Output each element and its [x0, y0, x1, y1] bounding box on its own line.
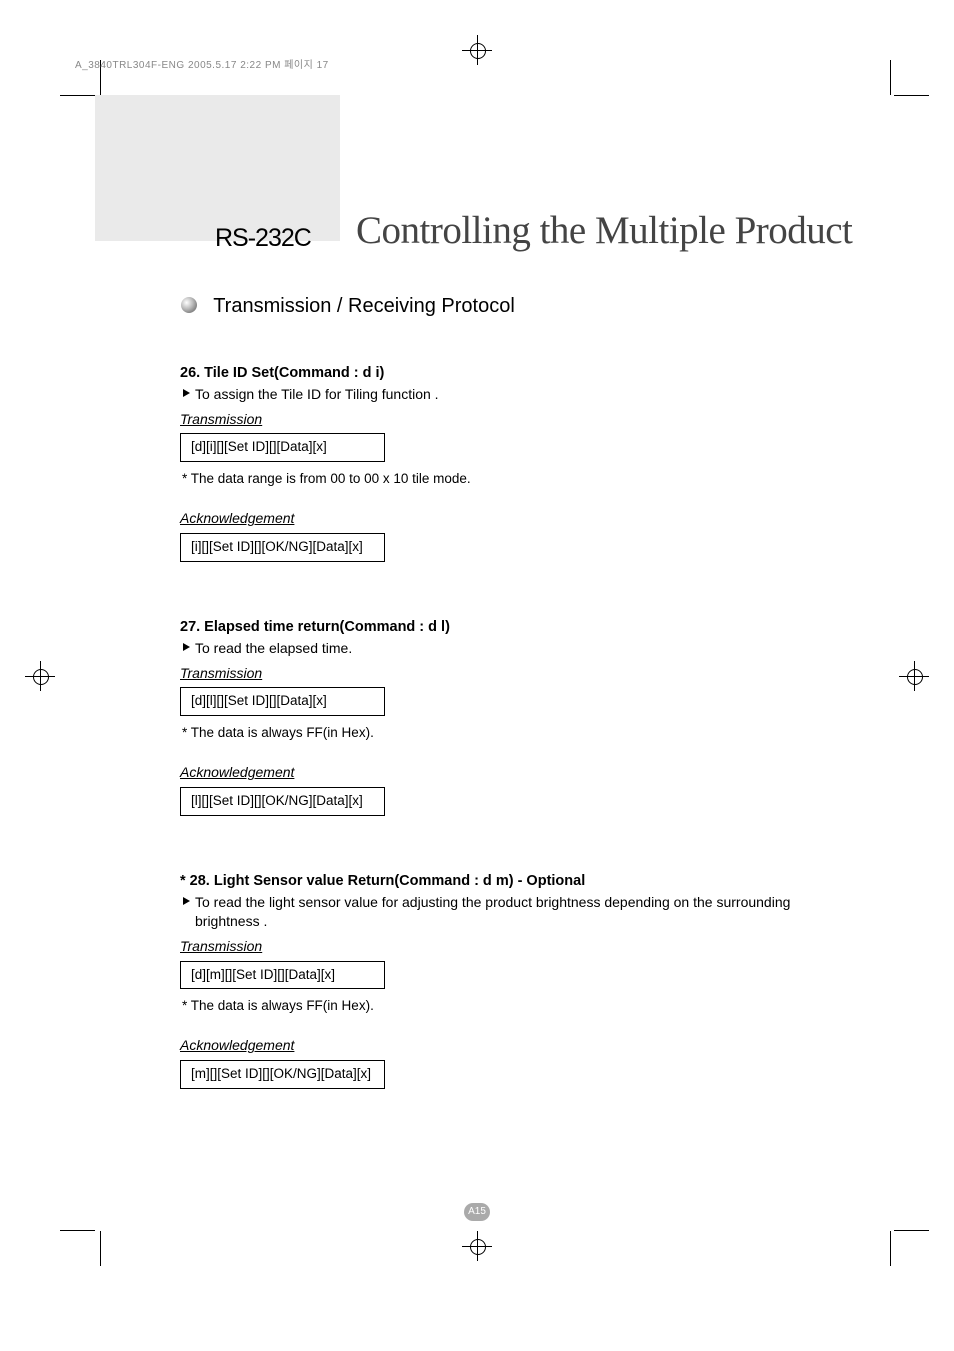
command-title: * 28. Light Sensor value Return(Command … [180, 871, 819, 891]
transmission-box: [d][l][][Set ID][][Data][x] [180, 687, 385, 716]
rs232c-label: RS-232C [215, 224, 311, 253]
title-block: RS-232C Controlling the Multiple Product [95, 95, 859, 265]
section-header-text: Transmission / Receiving Protocol [213, 295, 515, 317]
grey-box [95, 95, 340, 241]
document-header-meta: A_3840TRL304F-ENG 2005.5.17 2:22 PM 페이지 … [75, 56, 329, 71]
crop-mark [890, 60, 891, 95]
transmission-note: * The data range is from 00 to 00 x 10 t… [182, 470, 819, 489]
ack-label: Acknowledgement [180, 509, 819, 529]
triangle-icon [183, 389, 190, 397]
crop-mark [100, 1231, 101, 1266]
command-desc-text: To read the light sensor value for adjus… [195, 894, 790, 930]
triangle-icon [183, 897, 190, 905]
command-title: 26. Tile ID Set(Command : d i) [180, 363, 819, 383]
command-title: 27. Elapsed time return(Command : d l) [180, 617, 819, 637]
command-block-26: 26. Tile ID Set(Command : d i) To assign… [180, 363, 819, 562]
ack-box: [i][][Set ID][][OK/NG][Data][x] [180, 533, 385, 562]
command-block-27: 27. Elapsed time return(Command : d l) T… [180, 617, 819, 816]
page-number: A15 [464, 1203, 490, 1221]
registration-mark-icon [904, 666, 924, 686]
ack-box: [m][][Set ID][][OK/NG][Data][x] [180, 1060, 385, 1089]
page-title: Controlling the Multiple Product [356, 208, 852, 253]
sphere-bullet-icon [180, 296, 198, 314]
triangle-icon [183, 643, 190, 651]
transmission-note: * The data is always FF(in Hex). [182, 997, 819, 1016]
registration-mark-icon [467, 40, 487, 60]
ack-box: [l][][Set ID][][OK/NG][Data][x] [180, 787, 385, 816]
command-block-28: * 28. Light Sensor value Return(Command … [180, 871, 819, 1089]
crop-mark [890, 1231, 891, 1266]
page-content: RS-232C Controlling the Multiple Product… [95, 95, 859, 1221]
command-desc-text: To assign the Tile ID for Tiling functio… [195, 386, 439, 402]
registration-mark-icon [30, 666, 50, 686]
section-header: Transmission / Receiving Protocol [180, 295, 859, 318]
transmission-box: [d][i][][Set ID][][Data][x] [180, 433, 385, 462]
transmission-label: Transmission [180, 664, 819, 684]
transmission-label: Transmission [180, 410, 819, 430]
crop-mark [894, 95, 929, 96]
transmission-note: * The data is always FF(in Hex). [182, 724, 819, 743]
command-desc: To assign the Tile ID for Tiling functio… [180, 385, 819, 405]
command-desc: To read the elapsed time. [180, 639, 819, 659]
crop-mark [894, 1230, 929, 1231]
transmission-box: [d][m][][Set ID][][Data][x] [180, 961, 385, 990]
command-desc-text: To read the elapsed time. [195, 640, 352, 656]
transmission-label: Transmission [180, 937, 819, 957]
crop-mark [60, 1230, 95, 1231]
ack-label: Acknowledgement [180, 1036, 819, 1056]
content-body: 26. Tile ID Set(Command : d i) To assign… [180, 363, 819, 1089]
crop-mark [60, 95, 95, 96]
command-desc: To read the light sensor value for adjus… [180, 893, 819, 932]
ack-label: Acknowledgement [180, 763, 819, 783]
registration-mark-icon [467, 1236, 487, 1256]
